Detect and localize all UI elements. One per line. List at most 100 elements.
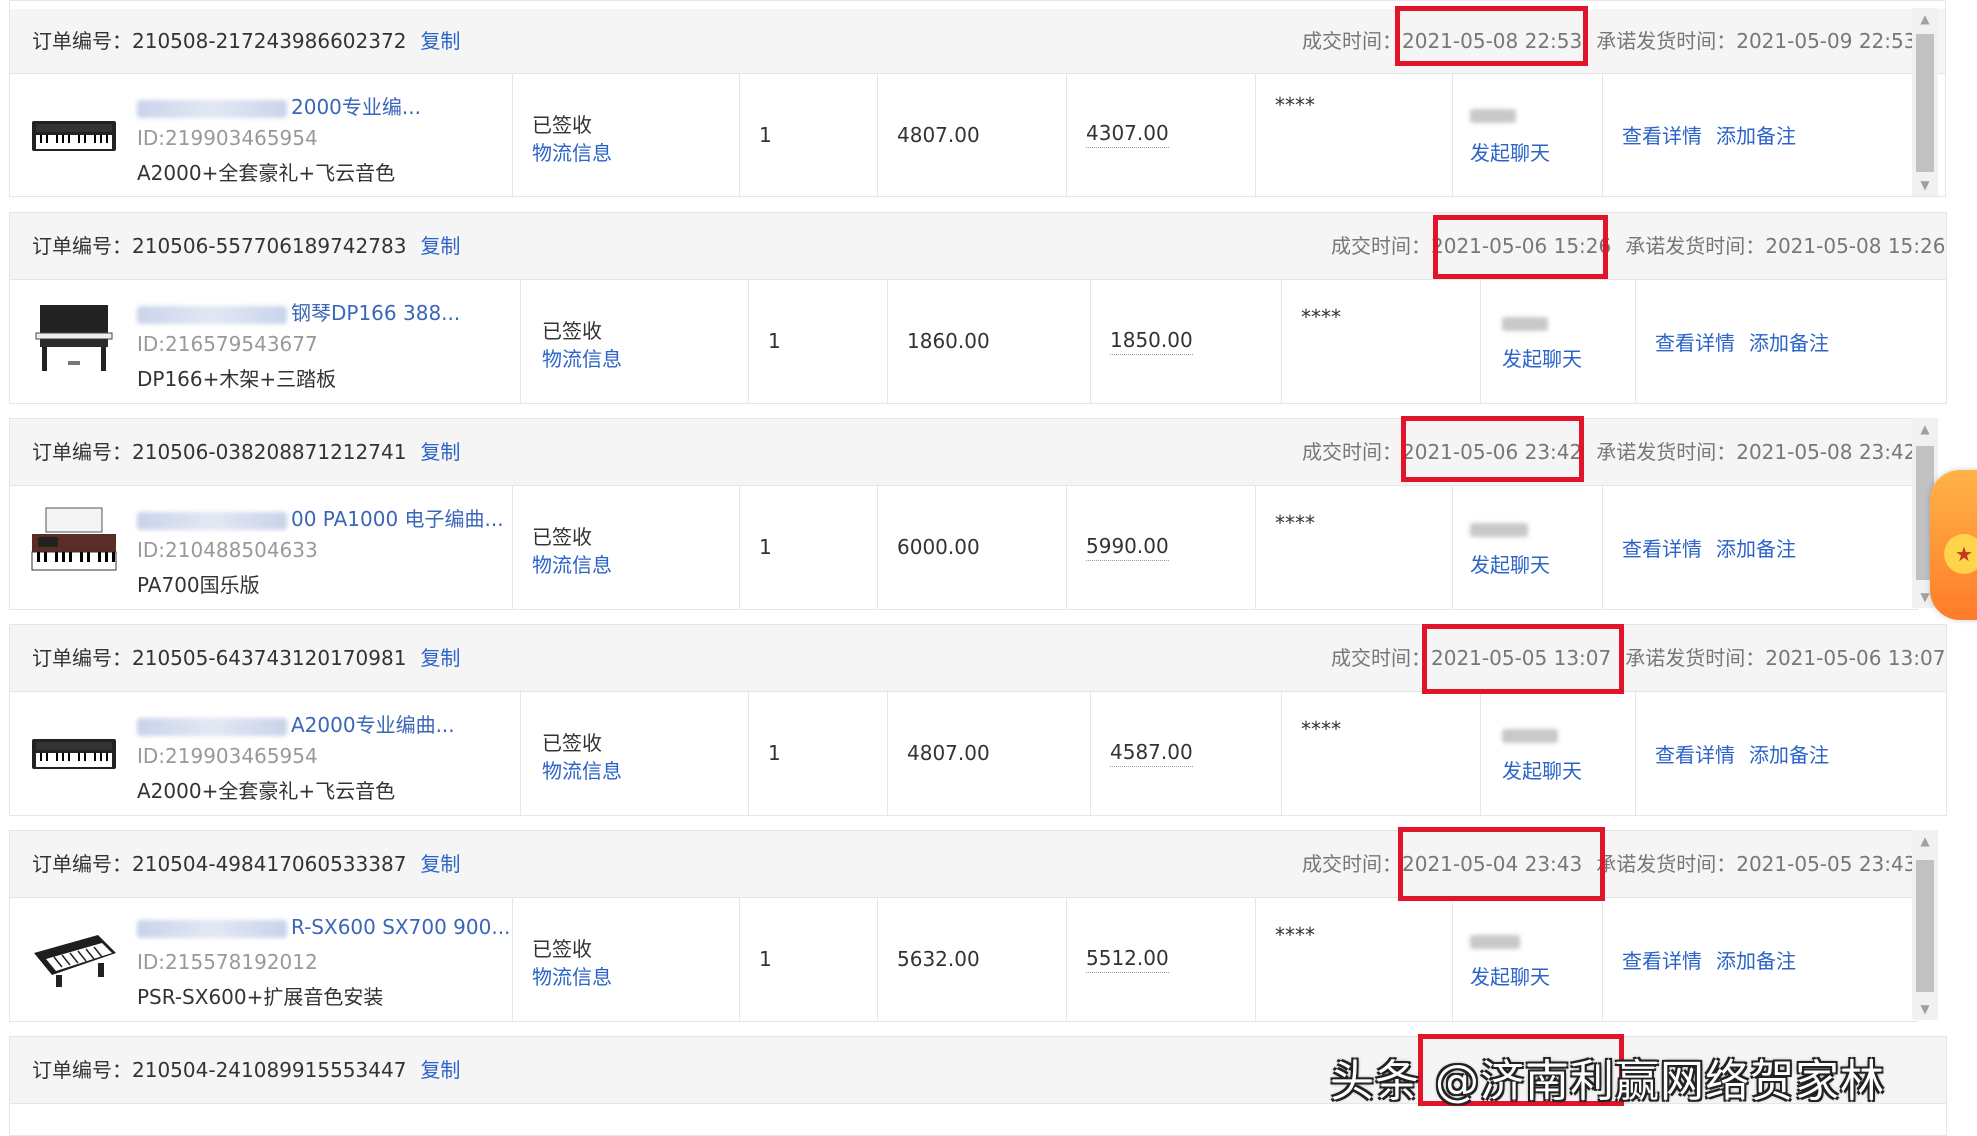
paid-wrap: 5990.00: [1086, 485, 1169, 609]
start-chat-link[interactable]: 发起聊天: [1470, 961, 1550, 990]
copy-button[interactable]: 复制: [420, 1058, 460, 1082]
view-details-link[interactable]: 查看详情: [1622, 533, 1702, 562]
copy-button[interactable]: 复制: [420, 646, 460, 670]
floating-promo-badge[interactable]: ★: [1930, 470, 1977, 620]
view-details-link[interactable]: 查看详情: [1655, 739, 1735, 768]
arranger-keyboard-icon[interactable]: [28, 501, 120, 585]
add-note-link[interactable]: 添加备注: [1749, 327, 1829, 356]
quantity: 1: [759, 535, 772, 559]
qty-cell: 1: [748, 279, 888, 403]
order-card: 订单编号：210506-557706189742783 复制 成交时间：2021-…: [9, 212, 1947, 404]
product-title[interactable]: 00 PA1000 电子编曲...: [137, 503, 504, 532]
view-details-link[interactable]: 查看详情: [1622, 120, 1702, 149]
product-spec: A2000+全套豪礼+飞云音色: [137, 779, 396, 803]
product-cell: 2000专业编... ID:219903465954 A2000+全套豪礼+飞云…: [10, 73, 513, 196]
start-chat-link[interactable]: 发起聊天: [1502, 755, 1582, 784]
masked-info: ****: [1275, 511, 1315, 535]
product-id: ID:210488504633: [137, 538, 318, 562]
paid-amount[interactable]: 4307.00: [1086, 121, 1169, 148]
scrollbar[interactable]: ▲ ▼: [1912, 830, 1938, 1020]
paid-wrap: 4307.00: [1086, 73, 1169, 196]
paid-amount[interactable]: 5990.00: [1086, 534, 1169, 561]
paid-amount[interactable]: 1850.00: [1110, 328, 1193, 355]
scroll-thumb[interactable]: [1916, 34, 1934, 172]
logistics-link[interactable]: 物流信息: [542, 757, 622, 785]
order-header: 订单编号：210504-498417060533387 复制 成交时间：2021-…: [10, 831, 1917, 898]
add-note-link[interactable]: 添加备注: [1749, 739, 1829, 768]
unit-price: 4807.00: [897, 122, 980, 147]
masked-info: ****: [1275, 923, 1315, 947]
order-header: 订单编号：210508-217243986602372 复制 成交时间： 2021-…: [10, 9, 1945, 74]
keyboard-icon[interactable]: [28, 717, 120, 791]
view-details-link[interactable]: 查看详情: [1622, 945, 1702, 974]
status-cell: 已签收 物流信息: [512, 485, 740, 609]
buyer-name: [1502, 317, 1548, 331]
promo-icon[interactable]: ★: [1944, 534, 1977, 574]
start-chat-link[interactable]: 发起聊天: [1470, 137, 1550, 166]
logistics-link[interactable]: 物流信息: [532, 963, 612, 991]
scrollbar[interactable]: ▲ ▼: [1912, 8, 1938, 196]
qty-cell: 1: [739, 485, 878, 609]
order-body: 00 PA1000 电子编曲... ID:210488504633 PA700国…: [10, 485, 1917, 609]
order-number-label: 订单编号：: [32, 440, 132, 464]
paid-amount[interactable]: 5512.00: [1086, 946, 1169, 973]
price-cell: 5632.00: [877, 897, 1067, 1021]
actions: 查看详情 添加备注: [1622, 897, 1796, 1021]
order-times: 成交时间：2021-05-06 15:26 承诺发货时间：2021-05-08 1…: [1331, 213, 1945, 279]
add-note-link[interactable]: 添加备注: [1716, 945, 1796, 974]
product-title[interactable]: 钢琴DP166 388...: [137, 297, 460, 326]
paid-amount[interactable]: 4587.00: [1110, 740, 1193, 767]
copy-button[interactable]: 复制: [420, 852, 460, 876]
logistics-link[interactable]: 物流信息: [532, 139, 612, 167]
status-cell: 已签收 物流信息: [512, 897, 740, 1021]
masked-info: ****: [1301, 717, 1341, 741]
scroll-down-icon[interactable]: ▼: [1912, 174, 1938, 196]
buyer-name: [1502, 729, 1558, 743]
scroll-up-icon[interactable]: ▲: [1912, 418, 1938, 440]
highlight-box: [1422, 624, 1624, 694]
order-number: 订单编号：210504-241089915553447 复制: [32, 1037, 460, 1103]
add-note-link[interactable]: 添加备注: [1716, 533, 1796, 562]
actions: 查看详情 添加备注: [1622, 485, 1796, 609]
promise-time-value: 2021-05-09 22:53: [1736, 29, 1917, 53]
promise-time-label: 承诺发货时间：: [1596, 852, 1737, 876]
order-header: 订单编号：210505-643743120170981 复制 成交时间： 2021-…: [10, 625, 1946, 692]
order-body: 钢琴DP166 388... ID:216579543677 DP166+木架+…: [10, 279, 1946, 403]
qty-cell: 1: [748, 691, 888, 815]
product-spec: PA700国乐版: [137, 573, 260, 597]
masked-cell: ****: [1255, 73, 1453, 196]
scroll-thumb[interactable]: [1916, 860, 1934, 992]
logistics-link[interactable]: 物流信息: [542, 345, 622, 373]
copy-button[interactable]: 复制: [420, 29, 460, 53]
actions-cell: 查看详情 添加备注: [1602, 73, 1945, 196]
keyboard-icon[interactable]: [28, 99, 120, 173]
copy-button[interactable]: 复制: [420, 234, 460, 258]
scroll-up-icon[interactable]: ▲: [1912, 8, 1938, 30]
start-chat-link[interactable]: 发起聊天: [1470, 549, 1550, 578]
scroll-down-icon[interactable]: ▼: [1912, 998, 1938, 1020]
quantity: 1: [768, 741, 781, 765]
digital-piano-icon[interactable]: [28, 299, 120, 373]
actions-cell: 查看详情 添加备注: [1602, 485, 1917, 609]
order-number-label: 订单编号：: [32, 852, 132, 876]
product-spec: PSR-SX600+扩展音色安装: [137, 985, 384, 1009]
product-cell: 钢琴DP166 388... ID:216579543677 DP166+木架+…: [10, 279, 521, 403]
promise-time-value: 2021-05-05 23:43: [1736, 852, 1917, 876]
logistics-link[interactable]: 物流信息: [532, 551, 612, 579]
order-number-label: 订单编号：: [32, 29, 132, 53]
start-chat-link[interactable]: 发起聊天: [1502, 343, 1582, 372]
order-number-value: 210506-557706189742783: [132, 234, 407, 258]
product-title[interactable]: 2000专业编...: [137, 91, 421, 120]
status-text: 已签收: [532, 113, 592, 137]
deal-time-label: 成交时间：: [1331, 646, 1431, 670]
portable-keyboard-icon[interactable]: [28, 923, 120, 997]
add-note-link[interactable]: 添加备注: [1716, 120, 1796, 149]
order-number-value: 210505-643743120170981: [132, 646, 407, 670]
watermark: 头条 @济南利赢网络贺家林: [1330, 1056, 1885, 1107]
product-title[interactable]: A2000专业编曲...: [137, 709, 455, 738]
copy-button[interactable]: 复制: [420, 440, 460, 464]
status-text: 已签收: [532, 525, 592, 549]
product-title[interactable]: R-SX600 SX700 900...: [137, 915, 510, 939]
scroll-up-icon[interactable]: ▲: [1912, 830, 1938, 852]
view-details-link[interactable]: 查看详情: [1655, 327, 1735, 356]
